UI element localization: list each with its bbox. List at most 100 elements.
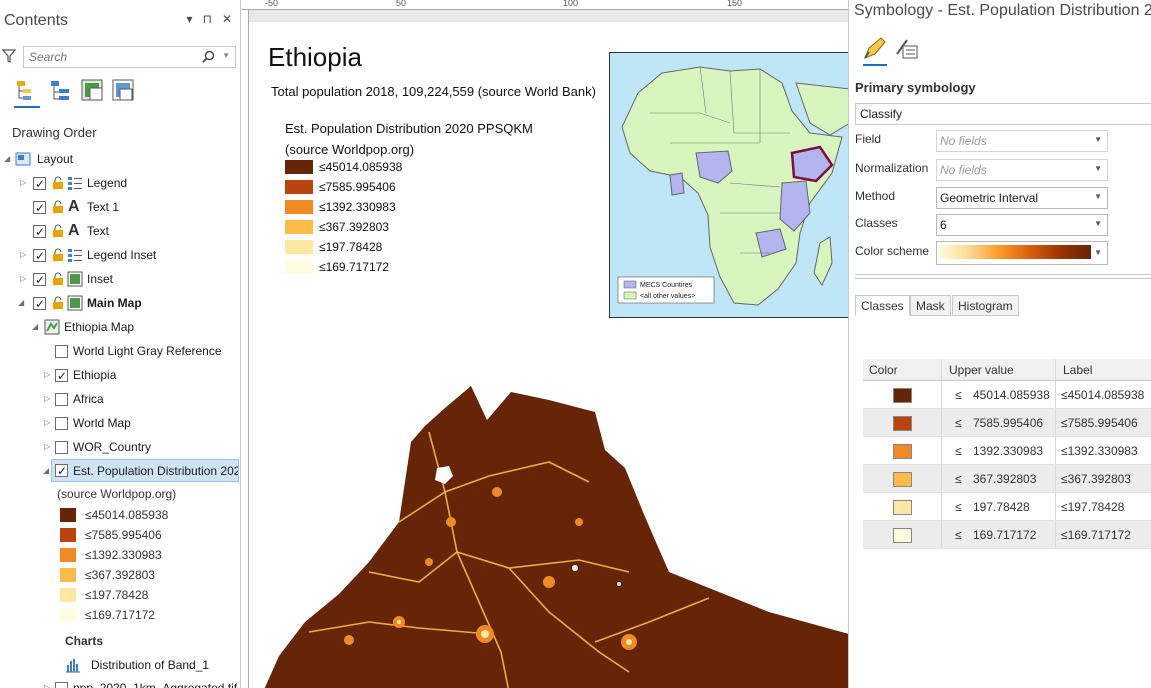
expand-icon[interactable]: ▷ (44, 677, 54, 688)
class-label[interactable]: ≤367.392803 (1061, 472, 1131, 486)
lock-icon[interactable] (51, 248, 65, 262)
list-by-labeling-icon[interactable] (111, 78, 137, 104)
collapse-icon[interactable]: ◢ (4, 148, 14, 170)
expand-icon[interactable]: ▷ (20, 172, 30, 194)
upper-value[interactable]: 45014.085938 (973, 388, 1050, 402)
visibility-checkbox[interactable] (33, 293, 46, 315)
column-header-color[interactable]: Color (869, 363, 898, 377)
pane-options-icon[interactable]: ▾ (187, 12, 193, 26)
legend-swatch[interactable] (60, 568, 76, 582)
legend-swatch[interactable] (60, 608, 76, 622)
collapse-icon[interactable]: ◢ (18, 292, 28, 314)
visibility-checkbox[interactable] (55, 393, 68, 406)
autohide-icon[interactable]: ⊓ (203, 12, 212, 26)
list-by-selection-icon[interactable] (80, 78, 106, 104)
column-header-label[interactable]: Label (1063, 363, 1092, 377)
column-header-upper-value[interactable]: Upper value (949, 363, 1014, 377)
layer-inset[interactable]: ▷ Inset (0, 268, 240, 291)
class-label[interactable]: ≤7585.995406 (1061, 416, 1138, 430)
legend-title[interactable]: Est. Population Distribution 2020 PPSQKM… (285, 118, 533, 160)
layer-legend-inset[interactable]: ▷ Legend Inset (0, 244, 240, 267)
legend-swatch[interactable] (60, 588, 76, 602)
visibility-checkbox[interactable] (33, 221, 46, 243)
vary-symbology-tab[interactable] (893, 34, 921, 64)
upper-value[interactable]: 197.78428 (973, 500, 1030, 514)
class-label[interactable]: ≤169.717172 (1061, 528, 1131, 542)
map-title[interactable]: Ethiopia (268, 42, 362, 73)
visibility-checkbox[interactable] (55, 365, 68, 387)
class-color-swatch[interactable] (893, 500, 912, 515)
class-row[interactable]: ≤45014.085938 ≤45014.085938 (863, 381, 1151, 409)
filter-icon[interactable] (2, 48, 16, 64)
pane-splitter[interactable] (855, 274, 1151, 279)
upper-value[interactable]: 7585.995406 (973, 416, 1043, 430)
ethiopia-population-raster[interactable] (249, 372, 848, 688)
lock-icon[interactable] (51, 176, 65, 190)
class-color-swatch[interactable] (893, 528, 912, 543)
legend-swatch[interactable] (60, 548, 76, 562)
class-label[interactable]: ≤1392.330983 (1061, 444, 1138, 458)
layer-wor-country[interactable]: ▷ WOR_Country (0, 436, 240, 458)
search-box[interactable]: ▼ (23, 46, 236, 68)
expand-icon[interactable]: ▷ (44, 436, 54, 458)
layer-est-population-selected[interactable]: Est. Population Distribution 2020 PPSQKM (51, 459, 239, 482)
class-row[interactable]: ≤197.78428 ≤197.78428 (863, 493, 1151, 521)
list-by-drawing-order-icon[interactable] (14, 78, 40, 108)
layer-world-light-gray-reference[interactable]: World Light Gray Reference (0, 340, 240, 362)
collapse-icon[interactable]: ◢ (32, 316, 42, 338)
visibility-checkbox[interactable] (33, 173, 46, 195)
lock-icon[interactable] (51, 272, 65, 286)
method-select[interactable]: Geometric Interval ▼ (936, 187, 1108, 209)
close-icon[interactable]: ✕ (222, 12, 232, 26)
color-scheme-select[interactable]: ▼ (936, 241, 1108, 265)
layer-ethiopia-map[interactable]: ◢ Ethiopia Map (0, 316, 240, 338)
class-color-swatch[interactable] (893, 388, 912, 403)
class-row[interactable]: ≤7585.995406 ≤7585.995406 (863, 409, 1151, 437)
layer-text[interactable]: A Text (0, 220, 240, 243)
lock-icon[interactable] (51, 200, 65, 214)
layer-africa[interactable]: ▷ Africa (0, 388, 240, 410)
expand-icon[interactable]: ▷ (44, 364, 54, 386)
class-row[interactable]: ≤367.392803 ≤367.392803 (863, 465, 1151, 493)
tab-histogram[interactable]: Histogram (952, 295, 1019, 316)
visibility-checkbox[interactable] (33, 245, 46, 267)
normalization-select[interactable]: No fields ▼ (936, 159, 1108, 181)
class-row[interactable]: ≤1392.330983 ≤1392.330983 (863, 437, 1151, 465)
visibility-checkbox[interactable] (33, 197, 46, 219)
upper-value[interactable]: 1392.330983 (973, 444, 1043, 458)
legend-swatch[interactable] (60, 508, 76, 522)
upper-value[interactable]: 169.717172 (973, 528, 1036, 542)
expand-icon[interactable]: ▷ (44, 412, 54, 434)
inset-map[interactable]: MECS Countires <all other values> (609, 52, 848, 318)
class-color-swatch[interactable] (893, 444, 912, 459)
chart-item[interactable]: Distribution of Band_1 (0, 654, 240, 676)
renderer-select[interactable]: Classify (855, 103, 1151, 125)
legend-swatch[interactable] (60, 528, 76, 542)
list-by-source-icon[interactable] (48, 78, 74, 104)
tab-mask[interactable]: Mask (910, 295, 951, 316)
layer-layout[interactable]: ◢ Layout (0, 148, 240, 170)
visibility-checkbox[interactable] (55, 441, 68, 454)
classes-select[interactable]: 6 ▼ (936, 214, 1108, 236)
search-input[interactable] (24, 47, 194, 67)
layer-ppp-tif[interactable]: ▷ ppp_2020_1km_Aggregated.tif (0, 677, 240, 688)
search-options-icon[interactable]: ▼ (222, 51, 230, 60)
field-select[interactable]: No fields ▼ (936, 130, 1108, 152)
layer-text-1[interactable]: A Text 1 (0, 196, 240, 219)
primary-symbology-tab[interactable] (861, 34, 889, 66)
layout-page[interactable]: Ethiopia Total population 2018, 109,224,… (249, 22, 848, 688)
lock-icon[interactable] (51, 224, 65, 238)
visibility-checkbox[interactable] (55, 417, 68, 430)
tab-classes[interactable]: Classes (855, 295, 910, 316)
layer-world-map[interactable]: ▷ World Map (0, 412, 240, 434)
class-color-swatch[interactable] (893, 472, 912, 487)
collapse-icon[interactable]: ◢ (43, 460, 49, 482)
layer-main-map[interactable]: ◢ Main Map (0, 292, 240, 315)
expand-icon[interactable]: ▷ (20, 268, 30, 290)
visibility-checkbox[interactable] (33, 269, 46, 291)
class-row[interactable]: ≤169.717172 ≤169.717172 (863, 521, 1151, 549)
visibility-checkbox[interactable] (55, 460, 68, 481)
visibility-checkbox[interactable] (55, 345, 68, 358)
expand-icon[interactable]: ▷ (44, 388, 54, 410)
lock-icon[interactable] (51, 296, 65, 310)
